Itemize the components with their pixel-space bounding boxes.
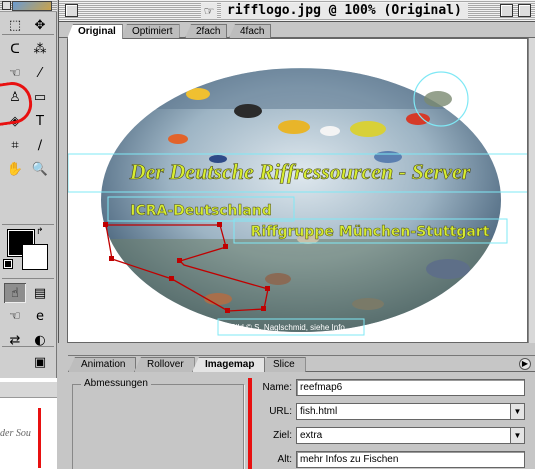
name-row: Name: reefmap6 xyxy=(258,378,525,396)
tab-slice[interactable]: Slice xyxy=(260,357,306,372)
collapse-box[interactable] xyxy=(518,4,531,17)
alt-label: Alt: xyxy=(277,453,292,465)
target-combo[interactable]: extra ▼ xyxy=(296,426,525,444)
toggle-visibility-tool[interactable]: ◐ xyxy=(29,330,51,350)
move-tool[interactable]: ✥ xyxy=(29,15,51,35)
reef-logo-image: Der Deutsche Riffressourcen - Server ICR… xyxy=(68,68,527,336)
zoom-box[interactable] xyxy=(500,4,513,17)
app-root: ⬚ ✥ ᑕ ⁂ ☜ ⁄ ♙ ▭ ◈ T ⌗ ∕ ✋ 🔍 ☝ ▤ ☜ e ⇄ ◐ ▣ ↱ der Sou ☞ rifflo… xyxy=(0,0,535,469)
toolbox-divider xyxy=(2,346,54,347)
zoom-tool[interactable]: 🔍 xyxy=(29,159,51,179)
magic-wand-tool[interactable]: ⁂ xyxy=(29,39,51,59)
url-label: URL: xyxy=(269,405,292,417)
headline-text: Der Deutsche Riffressourcen - Server xyxy=(129,159,471,184)
imagemap-hand-tool[interactable]: ☝ xyxy=(4,283,26,303)
url-row: URL: fish.html ▼ xyxy=(258,402,525,420)
window-titlebar[interactable]: ☞ rifflogo.jpg @ 100% (Original) xyxy=(59,0,535,22)
swap-colors-icon[interactable]: ↱ xyxy=(36,226,44,237)
desktop-background: der Sou xyxy=(0,378,57,469)
document-icon: ☞ xyxy=(201,3,217,19)
panel-tabs: Animation Rollover Imagemap Slice ▶ xyxy=(68,356,535,372)
imageready-logo[interactable] xyxy=(12,1,52,11)
panel-menu-arrow-icon[interactable]: ▶ xyxy=(519,358,531,370)
desktop-window-fragment xyxy=(0,382,57,398)
jump-to-app-tool[interactable]: ⇄ xyxy=(4,330,26,350)
hand-tool[interactable]: ✋ xyxy=(4,159,26,179)
alt-field[interactable]: mehr Infos zu Fischen xyxy=(296,450,525,468)
url-value: fish.html xyxy=(300,405,338,417)
toolbox-titlebar[interactable] xyxy=(0,0,57,12)
tab-original[interactable]: Original xyxy=(67,24,123,39)
crop-tool[interactable]: ⌗ xyxy=(4,135,26,155)
alt-row: Alt: mehr Infos zu Fischen xyxy=(258,450,525,468)
image-canvas[interactable]: Der Deutsche Riffressourcen - Server ICR… xyxy=(67,38,528,343)
red-annotation-bar xyxy=(248,378,252,469)
color-picker-tool[interactable]: ∕ xyxy=(29,135,51,155)
chevron-down-icon[interactable]: ▼ xyxy=(510,427,524,443)
background-color-swatch[interactable] xyxy=(22,244,48,270)
dimensions-label: Abmessungen xyxy=(81,378,151,389)
red-annotation-line xyxy=(38,408,41,468)
name-field[interactable]: reefmap6 xyxy=(296,378,525,396)
preview-hand-tool[interactable]: ☜ xyxy=(4,306,26,326)
eraser-tool[interactable]: ▭ xyxy=(29,87,51,107)
vertical-scrollbar[interactable] xyxy=(528,38,535,343)
toolbox-close-box[interactable] xyxy=(2,1,11,10)
slice-select-tool[interactable]: ▤ xyxy=(29,283,51,303)
default-colors-icon[interactable] xyxy=(3,259,13,269)
window-title: rifflogo.jpg @ 100% (Original) xyxy=(221,3,468,19)
hotspot-tool[interactable]: ☜ xyxy=(4,63,26,83)
toolbox-palette: ⬚ ✥ ᑕ ⁂ ☜ ⁄ ♙ ▭ ◈ T ⌗ ∕ ✋ 🔍 ☝ ▤ ☜ e ⇄ ◐ ▣ ↱ der Sou xyxy=(0,0,57,469)
tab-2fach[interactable]: 2fach xyxy=(185,24,228,38)
org-text: ICRA-Deutschland xyxy=(130,203,272,219)
type-tool[interactable]: T xyxy=(29,111,51,131)
dimensions-group: Abmessungen xyxy=(72,378,244,469)
desktop-text-fragment: der Sou xyxy=(0,428,31,439)
lasso-tool[interactable]: ᑕ xyxy=(4,39,26,59)
credit-text: Bild © S. Naglschmid, siehe Info... xyxy=(230,323,351,332)
view-tabs: Original Optimiert 2fach 4fach xyxy=(59,22,535,39)
panel-left-strip xyxy=(58,343,68,469)
browser-preview-tool[interactable]: e xyxy=(29,306,51,326)
tab-imagemap[interactable]: Imagemap xyxy=(192,357,266,372)
eyedropper-tool[interactable]: ⁄ xyxy=(29,63,51,83)
name-label: Name: xyxy=(262,381,292,393)
toolbox-divider xyxy=(2,34,54,35)
chevron-down-icon[interactable]: ▼ xyxy=(510,403,524,419)
marquee-tool[interactable]: ⬚ xyxy=(4,15,26,35)
toolbox-divider xyxy=(2,224,54,225)
toolbox-divider xyxy=(2,278,54,279)
imagemap-panel: Animation Rollover Imagemap Slice ▶ Abme… xyxy=(68,355,535,469)
close-box[interactable] xyxy=(65,4,78,17)
tab-optimiert[interactable]: Optimiert xyxy=(121,24,180,38)
tab-rollover[interactable]: Rollover xyxy=(134,357,195,372)
toggle-slices-tool[interactable]: ▣ xyxy=(29,352,51,372)
target-value: extra xyxy=(300,429,323,441)
url-combo[interactable]: fish.html ▼ xyxy=(296,402,525,420)
group-text: Riffgruppe München-Stuttgart xyxy=(251,224,490,240)
target-label: Ziel: xyxy=(273,429,292,441)
tab-4fach[interactable]: 4fach xyxy=(229,24,272,38)
target-row: Ziel: extra ▼ xyxy=(258,426,525,444)
tab-animation[interactable]: Animation xyxy=(68,357,137,372)
